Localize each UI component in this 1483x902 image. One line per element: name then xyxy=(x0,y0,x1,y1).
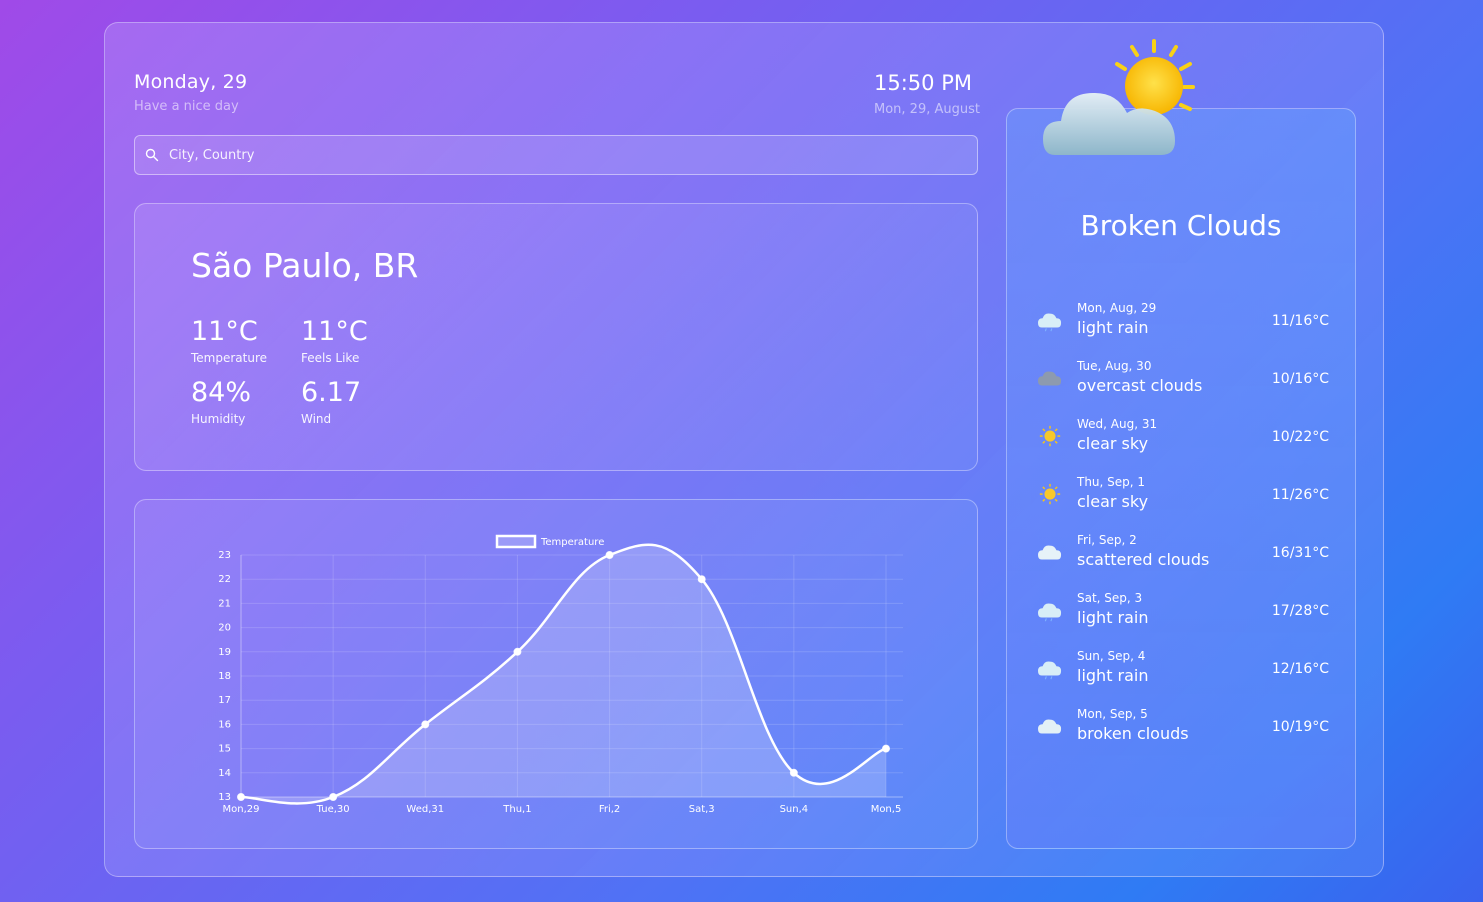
forecast-temp-range: 10/19°C xyxy=(1271,719,1329,735)
forecast-date: Sun, Sep, 4 xyxy=(1077,649,1146,663)
broken-cloud-icon xyxy=(1038,719,1062,734)
y-tick-label: 15 xyxy=(218,744,231,755)
forecast-row: Sat, Sep, 3 light rain 17/28°C xyxy=(1035,591,1329,641)
rain-cloud-icon xyxy=(1038,313,1062,332)
forecast-date: Tue, Aug, 30 xyxy=(1077,359,1152,373)
y-tick-label: 16 xyxy=(218,719,231,730)
rain-cloud-icon xyxy=(1038,661,1062,680)
y-tick-label: 13 xyxy=(218,792,231,803)
x-tick-label: Mon,29 xyxy=(223,804,260,815)
forecast-temp-range: 10/22°C xyxy=(1271,429,1329,445)
wind-label: Wind xyxy=(301,412,332,426)
current-condition: Broken Clouds xyxy=(1080,209,1282,242)
forecast-row: Wed, Aug, 31 clear sky 10/22°C xyxy=(1035,417,1329,467)
time-block: 15:50 PM Mon, 29, August xyxy=(874,71,980,117)
forecast-description: light rain xyxy=(1077,318,1149,337)
forecast-description: broken clouds xyxy=(1077,724,1189,743)
legend-label: Temperature xyxy=(540,537,604,548)
y-tick-label: 23 xyxy=(218,550,231,561)
data-point xyxy=(329,793,338,801)
sun-icon xyxy=(1039,483,1061,505)
date-title: Monday, 29 xyxy=(134,71,248,93)
sun-icon xyxy=(1039,425,1061,447)
y-tick-label: 20 xyxy=(218,623,231,634)
greeting: Have a nice day xyxy=(134,99,239,114)
forecast-description: overcast clouds xyxy=(1077,376,1203,395)
temperature-area xyxy=(241,544,886,804)
cloud-icon xyxy=(1038,545,1062,560)
x-tick-label: Thu,1 xyxy=(502,804,531,815)
forecast-description: clear sky xyxy=(1077,434,1149,453)
temperature-chart: 13 14 15 16 17 18 19 20 21 22 23 Mon,29 Tue,30 Wed,31… xyxy=(218,534,903,815)
data-point xyxy=(237,793,245,801)
data-point xyxy=(605,551,614,559)
forecast-temp-range: 12/16°C xyxy=(1271,661,1329,677)
temperature-chart-card: 13 14 15 16 17 18 19 20 21 22 23 Mon,29 Tue,30 Wed,31… xyxy=(134,499,978,849)
forecast-row: Mon, Aug, 29 light rain 11/16°C xyxy=(1035,301,1329,351)
current-date: Mon, 29, August xyxy=(874,102,980,117)
temperature-label: Temperature xyxy=(191,351,268,365)
search-input[interactable] xyxy=(169,147,949,163)
search-icon xyxy=(145,148,159,162)
data-point xyxy=(421,720,430,729)
forecast-temp-range: 11/16°C xyxy=(1271,313,1329,329)
city-name: São Paulo, BR xyxy=(191,246,419,285)
humidity-metric: 84% Humidity xyxy=(191,377,251,426)
forecast-panel: Broken Clouds Mon, Aug, 29 light rain 11/1… xyxy=(1006,108,1356,849)
humidity-label: Humidity xyxy=(191,412,246,426)
forecast-date: Fri, Sep, 2 xyxy=(1077,533,1137,547)
forecast-description: light rain xyxy=(1077,666,1149,685)
forecast-row: Sun, Sep, 4 light rain 12/16°C xyxy=(1035,649,1329,699)
forecast-row: Thu, Sep, 1 clear sky 11/26°C xyxy=(1035,475,1329,525)
overcast-cloud-icon xyxy=(1038,371,1062,386)
forecast-description: scattered clouds xyxy=(1077,550,1210,569)
x-tick-label: Tue,30 xyxy=(316,804,350,815)
forecast-row: Fri, Sep, 2 scattered clouds 16/31°C xyxy=(1035,533,1329,583)
forecast-date: Thu, Sep, 1 xyxy=(1077,475,1146,489)
forecast-date: Mon, Aug, 29 xyxy=(1077,301,1157,315)
legend-swatch xyxy=(495,534,537,549)
wind-value: 6.17 xyxy=(301,377,362,408)
data-point xyxy=(882,744,890,753)
weather-app: Monday, 29 Have a nice day 15:50 PM Mon,… xyxy=(104,22,1384,877)
date-block: Monday, 29 Have a nice day xyxy=(134,71,247,114)
forecast-description: clear sky xyxy=(1077,492,1149,511)
y-tick-label: 21 xyxy=(218,598,231,609)
forecast-row: Mon, Sep, 5 broken clouds 10/19°C xyxy=(1035,707,1329,757)
data-point xyxy=(697,575,706,584)
current-weather-card: São Paulo, BR 11°C Temperature 11°C Feel… xyxy=(134,203,978,471)
forecast-date: Mon, Sep, 5 xyxy=(1077,707,1148,721)
x-tick-label: Sat,3 xyxy=(689,804,715,815)
x-tick-label: Sun,4 xyxy=(780,804,809,815)
forecast-date: Sat, Sep, 3 xyxy=(1077,591,1143,605)
partly-cloudy-sun-icon xyxy=(1043,39,1195,155)
data-point xyxy=(513,647,522,656)
temperature-metric: 11°C Temperature xyxy=(191,316,267,365)
humidity-value: 84% xyxy=(191,377,252,408)
forecast-temp-range: 16/31°C xyxy=(1271,545,1329,561)
forecast-description: light rain xyxy=(1077,608,1149,627)
y-tick-label: 18 xyxy=(218,671,231,682)
temperature-value: 11°C xyxy=(191,316,258,347)
forecast-temp-range: 11/26°C xyxy=(1271,487,1329,503)
feels-like-label: Feels Like xyxy=(301,351,360,365)
y-tick-label: 14 xyxy=(218,768,231,779)
y-tick-label: 22 xyxy=(218,574,231,585)
y-tick-label: 19 xyxy=(218,647,231,658)
feels-like-value: 11°C xyxy=(301,316,368,347)
search-bar[interactable] xyxy=(134,135,978,175)
rain-cloud-icon xyxy=(1038,603,1062,622)
feels-like-metric: 11°C Feels Like xyxy=(301,316,368,365)
data-point xyxy=(789,768,798,777)
x-tick-label: Fri,2 xyxy=(599,804,620,815)
forecast-row: Tue, Aug, 30 overcast clouds 10/16°C xyxy=(1035,359,1329,409)
forecast-temp-range: 10/16°C xyxy=(1271,371,1329,387)
y-tick-label: 17 xyxy=(218,695,231,706)
wind-metric: 6.17 Wind xyxy=(301,377,361,426)
x-tick-label: Wed,31 xyxy=(406,804,444,815)
x-tick-label: Mon,5 xyxy=(871,804,902,815)
current-time: 15:50 PM xyxy=(874,71,972,95)
forecast-date: Wed, Aug, 31 xyxy=(1077,417,1158,431)
forecast-temp-range: 17/28°C xyxy=(1271,603,1329,619)
